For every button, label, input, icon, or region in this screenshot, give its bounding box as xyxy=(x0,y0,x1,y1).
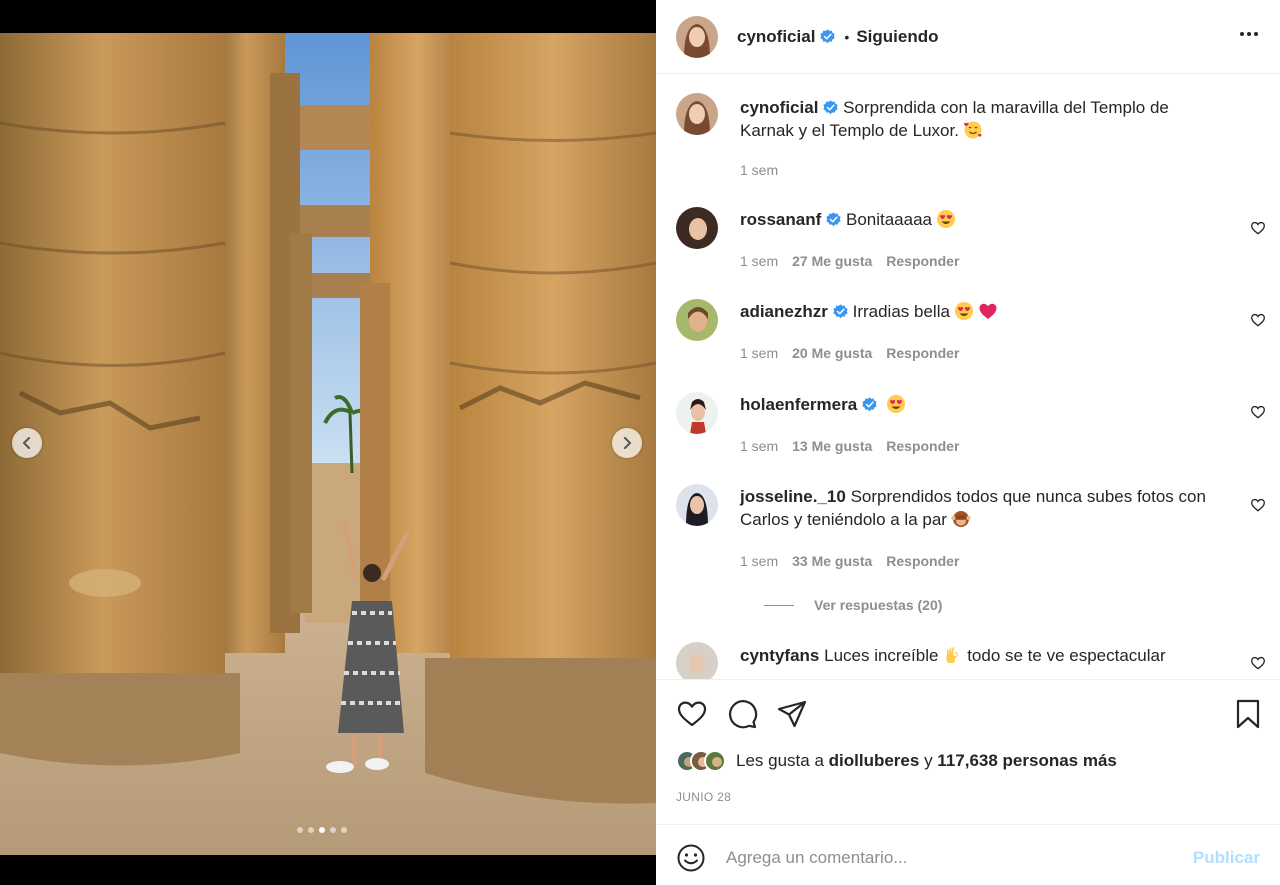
heart-eyes-emoji-icon xyxy=(954,301,974,321)
commenter-avatar[interactable] xyxy=(676,207,718,249)
comments-list[interactable]: cynoficial Sorprendida con la maravilla … xyxy=(656,75,1280,679)
see-no-evil-monkey-emoji-icon xyxy=(951,509,971,529)
comment-meta: 1 sem 13 Me gusta Responder xyxy=(740,438,959,454)
post-photo[interactable] xyxy=(0,33,656,855)
view-replies-label: Ver respuestas (20) xyxy=(814,597,943,613)
publish-button[interactable]: Publicar xyxy=(1193,848,1260,868)
verified-badge-icon xyxy=(862,397,877,412)
likes-conjunction: y xyxy=(924,751,933,770)
likes-prefix: Les gusta a xyxy=(736,751,824,770)
comment-time[interactable]: 1 sem xyxy=(740,553,778,569)
heart-eyes-emoji-icon xyxy=(936,209,956,229)
post-side-panel: cynoficial • Siguiendo cynoficial Sorpre… xyxy=(656,0,1280,885)
comment-time[interactable]: 1 sem xyxy=(740,253,778,269)
replies-divider xyxy=(764,604,794,606)
carousel-dot xyxy=(319,827,325,833)
comment-time[interactable]: 1 sem xyxy=(740,438,778,454)
comment-meta: 1 sem 20 Me gusta Responder xyxy=(740,345,959,361)
post-header: cynoficial • Siguiendo xyxy=(656,0,1280,74)
comment-time[interactable]: 1 sem xyxy=(740,345,778,361)
header-separator: • xyxy=(844,28,850,45)
post-date[interactable]: JUNIO 28 xyxy=(676,790,731,804)
chevron-left-icon xyxy=(22,437,30,449)
author-avatar[interactable] xyxy=(676,15,718,58)
red-heart-emoji-icon xyxy=(978,301,998,321)
comment-likes[interactable]: 27 Me gusta xyxy=(792,253,872,269)
caption-time[interactable]: 1 sem xyxy=(740,162,778,178)
author-username[interactable]: cynoficial xyxy=(737,27,815,47)
reply-button[interactable]: Responder xyxy=(886,253,959,269)
commenter-avatar[interactable] xyxy=(676,642,718,679)
emoji-icon[interactable] xyxy=(676,843,706,873)
carousel-dot xyxy=(297,827,303,833)
comment-text: Irradias bella xyxy=(852,302,950,321)
commenter-username[interactable]: adianezhzr xyxy=(740,302,828,321)
like-comment-heart-icon[interactable] xyxy=(1250,404,1266,420)
carousel-dot xyxy=(330,827,336,833)
commenter-avatar[interactable] xyxy=(676,299,718,341)
liker-avatars[interactable] xyxy=(676,750,726,772)
reply-button[interactable]: Responder xyxy=(886,345,959,361)
reply-button[interactable]: Responder xyxy=(886,553,959,569)
post-actions-section: Les gusta a diolluberes y 117,638 person… xyxy=(656,679,1280,824)
bookmark-icon[interactable] xyxy=(1232,698,1264,730)
comment-likes[interactable]: 13 Me gusta xyxy=(792,438,872,454)
comment-text: Luces increíble xyxy=(824,646,939,665)
heart-icon[interactable] xyxy=(676,698,708,730)
liker-avatar[interactable] xyxy=(704,750,726,772)
comment-meta: 1 sem 27 Me gusta Responder xyxy=(740,253,959,269)
carousel-next-button[interactable] xyxy=(612,428,642,458)
add-comment-bar: Publicar xyxy=(656,824,1280,885)
commenter-avatar[interactable] xyxy=(676,484,718,526)
commenter-username[interactable]: josseline._10 xyxy=(740,487,846,506)
caption-meta: 1 sem xyxy=(740,162,778,178)
comment-icon[interactable] xyxy=(726,698,758,730)
author-avatar[interactable] xyxy=(676,93,718,135)
comment-meta: 1 sem 33 Me gusta Responder xyxy=(740,553,959,569)
caption-username[interactable]: cynoficial xyxy=(740,98,818,117)
comment-text: Bonitaaaaa xyxy=(845,210,933,229)
like-comment-heart-icon[interactable] xyxy=(1250,312,1266,328)
likes-first-user[interactable]: diolluberes xyxy=(829,751,920,771)
verified-badge-icon xyxy=(823,100,838,115)
ok-hand-emoji-icon xyxy=(942,645,962,665)
carousel-dot xyxy=(341,827,347,833)
commenter-username[interactable]: holaenfermera xyxy=(740,395,857,414)
follow-status-button[interactable]: Siguiendo xyxy=(856,27,938,47)
commenter-avatar[interactable] xyxy=(676,392,718,434)
carousel-prev-button[interactable] xyxy=(12,428,42,458)
reply-button[interactable]: Responder xyxy=(886,438,959,454)
commenter-username[interactable]: cyntyfans xyxy=(740,646,819,665)
carousel-indicator xyxy=(297,827,347,833)
like-comment-heart-icon[interactable] xyxy=(1250,220,1266,236)
share-icon[interactable] xyxy=(776,698,808,730)
comment-input[interactable] xyxy=(726,843,1166,873)
comment-text-continued: todo se te ve espectacular xyxy=(967,646,1166,665)
comment-likes[interactable]: 33 Me gusta xyxy=(792,553,872,569)
view-replies-button[interactable]: Ver respuestas (20) xyxy=(764,597,942,613)
verified-badge-icon xyxy=(820,29,835,44)
chevron-right-icon xyxy=(624,437,632,449)
comment-likes[interactable]: 20 Me gusta xyxy=(792,345,872,361)
like-comment-heart-icon[interactable] xyxy=(1250,497,1266,513)
likes-summary: Les gusta a diolluberes y 117,638 person… xyxy=(676,750,1117,772)
like-comment-heart-icon[interactable] xyxy=(1250,655,1266,671)
temple-photo-illustration xyxy=(0,33,656,855)
likes-others-count[interactable]: 117,638 personas más xyxy=(937,751,1117,771)
commenter-username[interactable]: rossananf xyxy=(740,210,821,229)
heart-eyes-emoji-icon xyxy=(886,394,906,414)
carousel-dot xyxy=(308,827,314,833)
more-options-icon[interactable] xyxy=(1240,28,1258,40)
smiling-face-with-hearts-icon xyxy=(963,120,983,140)
post-media-panel xyxy=(0,0,656,885)
verified-badge-icon xyxy=(826,212,841,227)
verified-badge-icon xyxy=(833,304,848,319)
